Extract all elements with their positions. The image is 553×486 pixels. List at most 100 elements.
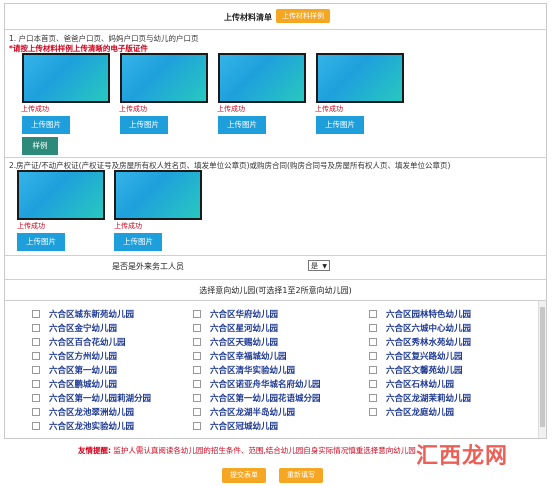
kindergarten-name: 六合区第一幼儿园莉湖分园	[49, 394, 152, 404]
checkbox[interactable]	[369, 351, 377, 360]
kindergarten-option[interactable]: 六合区六城中心幼儿园	[369, 322, 471, 334]
uploaded-image-4[interactable]	[316, 53, 404, 103]
checkbox[interactable]	[193, 351, 201, 360]
upload-image-button[interactable]: 上传图片	[114, 233, 162, 251]
checkbox[interactable]	[369, 365, 377, 374]
upload-status: 上传成功	[21, 105, 49, 113]
checkbox[interactable]	[369, 309, 377, 318]
kindergarten-option[interactable]: 六合区清华实验幼儿园	[193, 364, 295, 376]
kindergarten-option[interactable]: 六合区文馨苑幼儿园	[369, 364, 463, 376]
checkbox[interactable]	[369, 407, 377, 416]
kindergarten-name: 六合区星河幼儿园	[210, 324, 279, 334]
divider	[5, 279, 546, 280]
scrollbar[interactable]	[538, 301, 546, 438]
kindergarten-choose-title: 选择意向幼儿园(可选择1至2所意向幼儿园)	[199, 286, 352, 295]
kindergarten-name: 六合区龙池翠洲幼儿园	[49, 408, 135, 418]
checkbox[interactable]	[369, 323, 377, 332]
checkbox[interactable]	[193, 323, 201, 332]
kindergarten-name: 六合区百合花幼儿园	[49, 338, 126, 348]
select-value: 是	[311, 262, 318, 270]
kindergarten-option[interactable]: 六合区幸福城幼儿园	[193, 350, 287, 362]
kindergarten-option[interactable]: 六合区鹏城幼儿园	[32, 378, 117, 390]
uploaded-image-6[interactable]	[114, 170, 202, 220]
checkbox[interactable]	[193, 337, 201, 346]
site-watermark: 汇西龙网	[416, 444, 509, 469]
kindergarten-option[interactable]: 六合区石林幼儿园	[369, 378, 454, 390]
kindergarten-name: 六合区文馨苑幼儿园	[386, 366, 463, 376]
kindergarten-name: 六合区华府幼儿园	[210, 310, 279, 320]
kindergarten-option[interactable]: 六合区复兴路幼儿园	[369, 350, 463, 362]
upload-sample-button[interactable]: 上传材料样例	[276, 9, 330, 23]
upload-image-button[interactable]: 上传图片	[120, 116, 168, 134]
upload-image-button[interactable]: 上传图片	[316, 116, 364, 134]
kindergarten-option[interactable]: 六合区秀林水苑幼儿园	[369, 336, 471, 348]
example-button[interactable]: 样例	[22, 137, 58, 155]
kindergarten-option[interactable]: 六合区龙湖茉莉幼儿园	[369, 392, 471, 404]
kindergarten-name: 六合区鹏城幼儿园	[49, 380, 118, 390]
checkbox[interactable]	[369, 337, 377, 346]
kindergarten-name: 六合区金宁幼儿园	[49, 324, 118, 334]
checkbox[interactable]	[369, 393, 377, 402]
checkbox[interactable]	[369, 379, 377, 388]
upload-image-button[interactable]: 上传图片	[17, 233, 65, 251]
checkbox[interactable]	[32, 323, 40, 332]
kindergarten-option[interactable]: 六合区百合花幼儿园	[32, 336, 126, 348]
kindergarten-name: 六合区清华实验幼儿园	[210, 366, 296, 376]
kindergarten-option[interactable]: 六合区园林特色幼儿园	[369, 308, 471, 320]
kindergarten-list: 六合区城东新苑幼儿园 六合区金宁幼儿园 六合区百合花幼儿园六合区方州幼儿园六合区第一…	[5, 301, 546, 438]
checkbox[interactable]	[32, 393, 40, 402]
reminder-text: 监护人需认真阅读各幼儿园的招生条件、范围,结合幼儿园自身实际情况慎重选择意向幼儿…	[113, 446, 416, 455]
divider	[5, 29, 546, 30]
uploaded-image-3[interactable]	[218, 53, 306, 103]
kindergarten-option[interactable]: 六合区冠城幼儿园	[193, 420, 278, 432]
kindergarten-option[interactable]: 六合区诺亚舟华城名府幼儿园	[193, 378, 321, 390]
upload-image-button[interactable]: 上传图片	[22, 116, 70, 134]
kindergarten-option[interactable]: 六合区金宁幼儿园	[32, 322, 117, 334]
kindergarten-option[interactable]: 六合区第一幼儿园花语城分园	[193, 392, 321, 404]
kindergarten-name: 六合区石林幼儿园	[386, 380, 455, 390]
kindergarten-name: 六合区秀林水苑幼儿园	[386, 338, 472, 348]
kindergarten-option[interactable]: 六合区龙池翠洲幼儿园	[32, 406, 134, 418]
kindergarten-name: 六合区复兴路幼儿园	[386, 352, 463, 362]
checkbox[interactable]	[32, 351, 40, 360]
divider	[5, 255, 546, 256]
submit-button[interactable]: 提交表单	[222, 468, 266, 483]
checkbox[interactable]	[32, 309, 40, 318]
checkbox[interactable]	[193, 407, 201, 416]
kindergarten-option[interactable]: 六合区星河幼儿园	[193, 322, 278, 334]
checkbox[interactable]	[193, 393, 201, 402]
checkbox[interactable]	[32, 379, 40, 388]
checkbox[interactable]	[32, 337, 40, 346]
upload-status: 上传成功	[315, 105, 343, 113]
kindergarten-option[interactable]: 六合区方州幼儿园	[32, 350, 117, 362]
kindergarten-option[interactable]: 六合区龙湖半岛幼儿园	[193, 406, 295, 418]
uploaded-image-5[interactable]	[17, 170, 105, 220]
kindergarten-name: 六合区龙湖半岛幼儿园	[210, 408, 296, 418]
upload-status: 上传成功	[114, 222, 142, 230]
checkbox[interactable]	[193, 309, 201, 318]
checkbox[interactable]	[32, 407, 40, 416]
checkbox[interactable]	[32, 365, 40, 374]
checkbox[interactable]	[193, 379, 201, 388]
migrant-worker-select[interactable]: 是 ▼	[308, 260, 330, 271]
chevron-down-icon: ▼	[322, 263, 327, 270]
kindergarten-option[interactable]: 六合区龙池实验幼儿园	[32, 420, 134, 432]
kindergarten-option[interactable]: 六合区第一幼儿园莉湖分园	[32, 392, 151, 404]
kindergarten-option[interactable]: 六合区龙庭幼儿园	[369, 406, 454, 418]
checkbox[interactable]	[193, 365, 201, 374]
reset-button[interactable]: 重新填写	[279, 468, 323, 483]
scrollbar-thumb[interactable]	[540, 307, 545, 427]
uploaded-image-1[interactable]	[22, 53, 110, 103]
kindergarten-name: 六合区冠城幼儿园	[210, 422, 279, 432]
kindergarten-option[interactable]: 六合区第一幼儿园	[32, 364, 117, 376]
kindergarten-name: 六合区龙池实验幼儿园	[49, 422, 135, 432]
checkbox[interactable]	[193, 421, 201, 430]
kindergarten-option[interactable]: 六合区天赐幼儿园	[193, 336, 278, 348]
kindergarten-name: 六合区城东新苑幼儿园	[49, 310, 135, 320]
kindergarten-option[interactable]: 六合区城东新苑幼儿园	[32, 308, 134, 320]
kindergarten-option[interactable]: 六合区华府幼儿园	[193, 308, 278, 320]
uploaded-image-2[interactable]	[120, 53, 208, 103]
checkbox[interactable]	[32, 421, 40, 430]
kindergarten-name: 六合区第一幼儿园	[49, 366, 118, 376]
upload-image-button[interactable]: 上传图片	[218, 116, 266, 134]
